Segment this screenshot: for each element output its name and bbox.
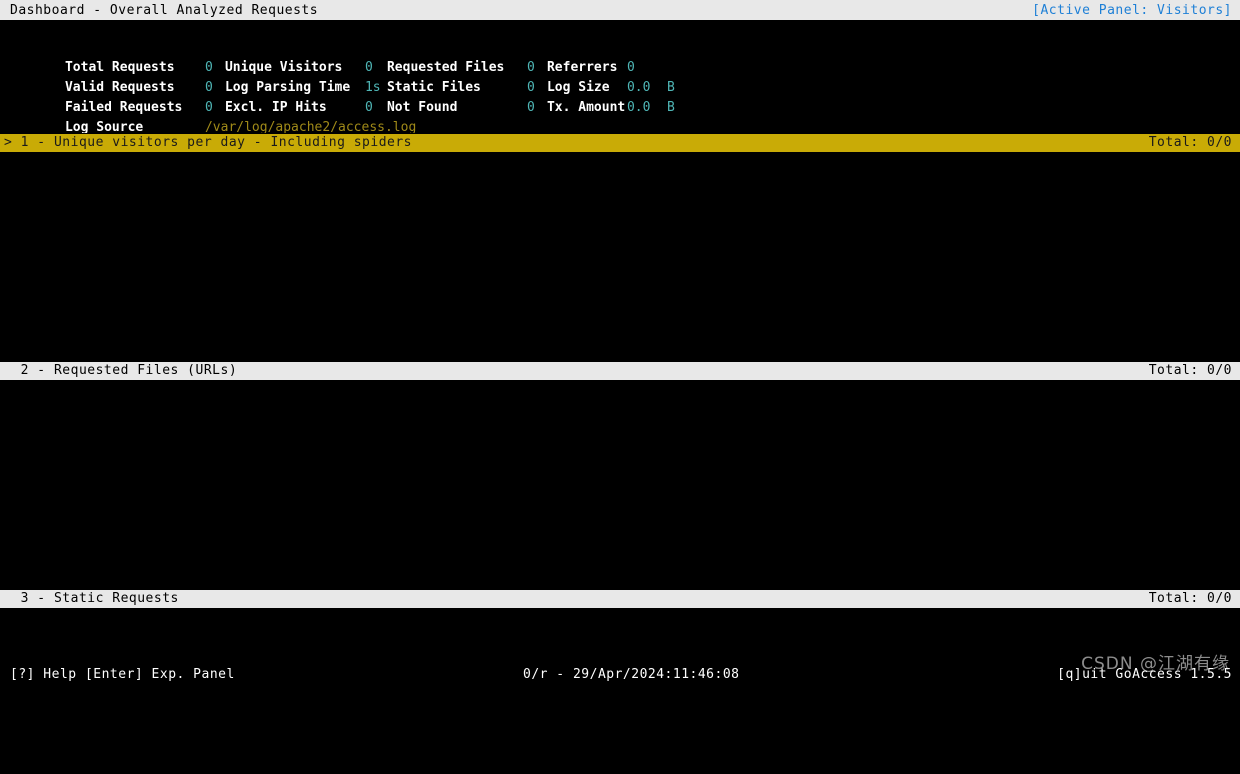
stat-value-referrers: 0 [626, 60, 635, 75]
panel-total-static-requests: Total: 0/0 [1148, 591, 1232, 606]
panel-body-requested-files [0, 382, 1240, 589]
panel-title-requested-files: 2 - Requested Files (URLs) [4, 363, 238, 378]
panel-title-static-requests: 3 - Static Requests [4, 591, 179, 606]
active-panel-indicator: [Active Panel: Visitors] [1032, 2, 1232, 18]
stat-label-excl-ip-hits: Excl. IP Hits [224, 100, 327, 115]
stat-value-tx-amount: 0.0 [626, 100, 651, 115]
status-quit-hint[interactable]: [q]uit GoAccess 1.5.5 [1057, 664, 1232, 686]
panel-header-requested-files[interactable]: 2 - Requested Files (URLs) Total: 0/0 [0, 361, 1240, 381]
stat-value-static-files: 0 [526, 80, 535, 95]
stat-label-total-requests: Total Requests [64, 60, 175, 75]
panel-title-unique-visitors: > 1 - Unique visitors per day - Includin… [4, 135, 413, 150]
stat-unit-log-size: B [666, 80, 675, 95]
status-help-hint[interactable]: [?] Help [Enter] Exp. Panel [10, 664, 235, 686]
stat-label-log-size: Log Size [546, 80, 610, 95]
stat-value-total-requests: 0 [204, 60, 213, 75]
stat-value-unique-visitors: 0 [364, 60, 373, 75]
stat-label-requested-files: Requested Files [386, 60, 505, 75]
goaccess-terminal-screen: Dashboard - Overall Analyzed Requests [A… [0, 0, 1240, 686]
stat-value-failed-requests: 0 [204, 100, 213, 115]
stat-value-excl-ip-hits: 0 [364, 100, 373, 115]
panel-body-static-requests [0, 610, 1240, 664]
stat-value-valid-requests: 0 [204, 80, 213, 95]
page-title: Dashboard - Overall Analyzed Requests [10, 2, 319, 18]
panel-header-unique-visitors[interactable]: > 1 - Unique visitors per day - Includin… [0, 133, 1240, 153]
panel-total-requested-files: Total: 0/0 [1148, 363, 1232, 378]
stat-label-tx-amount: Tx. Amount [546, 100, 626, 115]
stat-label-not-found: Not Found [386, 100, 458, 115]
stat-label-static-files: Static Files [386, 80, 481, 95]
stat-label-referrers: Referrers [546, 60, 618, 75]
stat-label-failed-requests: Failed Requests [64, 100, 183, 115]
status-bar: [?] Help [Enter] Exp. Panel 0/r - 29/Apr… [0, 664, 1240, 686]
stat-label-log-parsing-time: Log Parsing Time [224, 80, 351, 95]
stat-value-log-size: 0.0 [626, 80, 651, 95]
stat-value-requested-files: 0 [526, 60, 535, 75]
stat-value-log-parsing-time: 1s [364, 80, 381, 95]
stat-row: Total Requests 0 Unique Visitors 0 Requested… [18, 38, 1240, 75]
stat-unit-tx-amount: B [666, 100, 675, 115]
stat-label-valid-requests: Valid Requests [64, 80, 175, 95]
status-timestamp: 0/r - 29/Apr/2024:11:46:08 [523, 667, 740, 682]
title-bar: Dashboard - Overall Analyzed Requests [A… [0, 0, 1240, 20]
panel-total-unique-visitors: Total: 0/0 [1148, 135, 1232, 150]
panel-header-static-requests[interactable]: 3 - Static Requests Total: 0/0 [0, 589, 1240, 609]
overview-stats: Total Requests 0 Unique Visitors 0 Requested… [0, 38, 1240, 135]
stat-value-not-found: 0 [526, 100, 535, 115]
stat-label-unique-visitors: Unique Visitors [224, 60, 343, 75]
panel-body-unique-visitors [0, 154, 1240, 361]
